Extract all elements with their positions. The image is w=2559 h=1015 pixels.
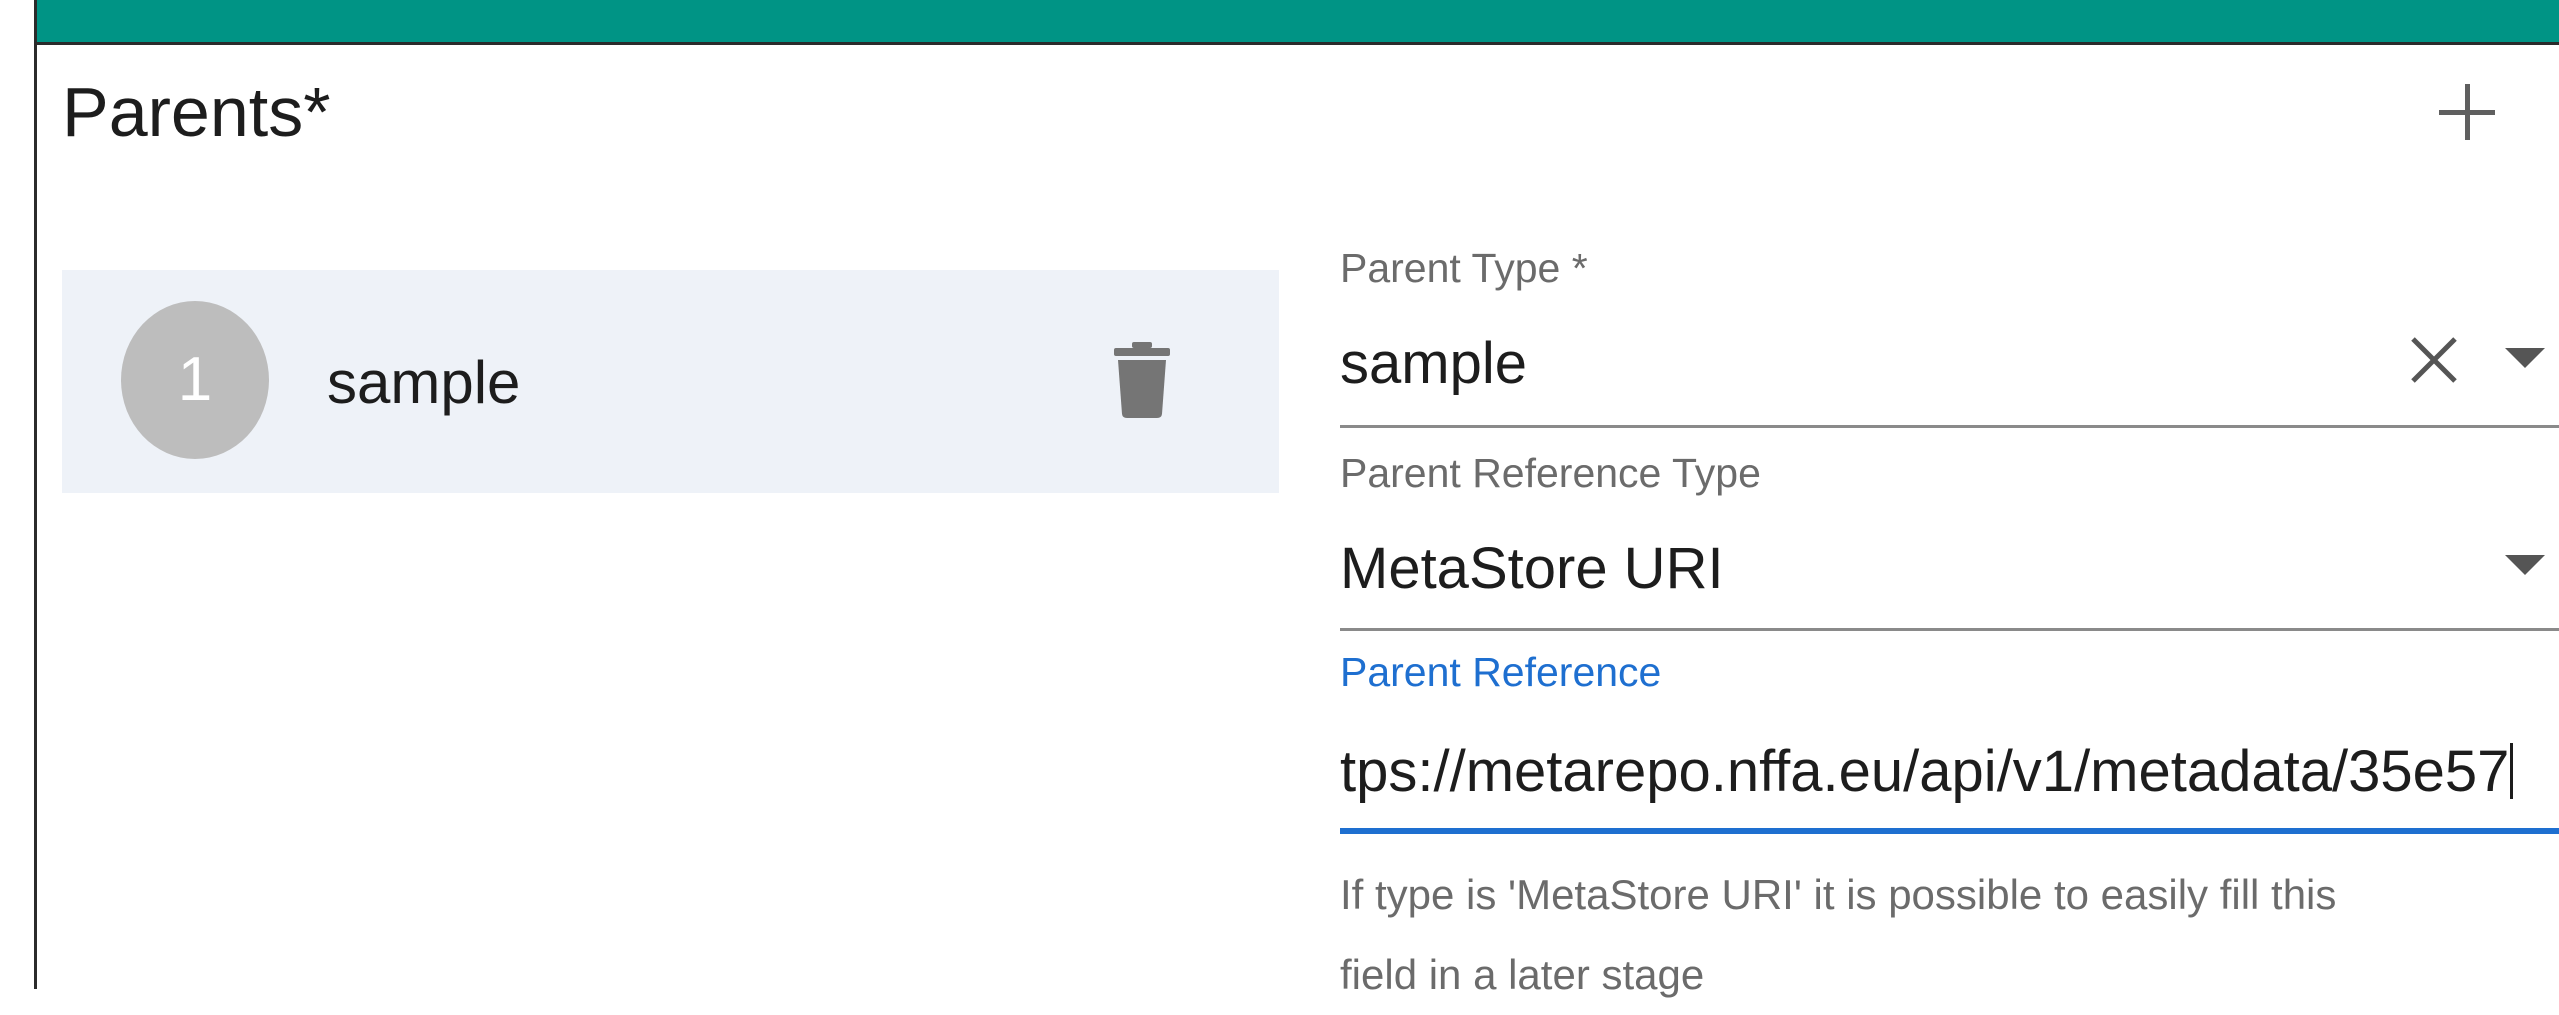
- parents-list: 1 sample: [62, 270, 1279, 493]
- header-divider: [37, 42, 2559, 45]
- caret-down-icon: [2505, 348, 2545, 368]
- parent-reference-type-dropdown-button[interactable]: [2505, 553, 2545, 577]
- frame-left-border: [34, 0, 37, 989]
- parent-reference-input[interactable]: tps://metarepo.nffa.eu/api/v1/metadata/3…: [1340, 738, 2559, 806]
- parent-type-field: Parent Type * sample: [1340, 240, 2559, 430]
- parent-reference-underline: [1340, 828, 2559, 834]
- helper-text-line-1: If type is 'MetaStore URI' it is possibl…: [1340, 871, 2337, 918]
- list-item-label: sample: [327, 349, 521, 416]
- helper-text-line-2: field in a later stage: [1340, 951, 1705, 998]
- plus-icon: [2439, 84, 2495, 140]
- trash-icon: [1114, 342, 1170, 418]
- clear-parent-type-button[interactable]: [2407, 333, 2461, 387]
- parent-type-label: Parent Type *: [1340, 245, 1588, 291]
- section-title: Parents*: [62, 73, 331, 151]
- parent-type-input[interactable]: sample: [1340, 330, 2340, 398]
- parent-reference-type-field: Parent Reference Type MetaStore URI: [1340, 445, 2559, 635]
- parent-reference-type-select[interactable]: MetaStore URI: [1340, 535, 2440, 603]
- list-item[interactable]: 1 sample: [62, 270, 1279, 493]
- caret-down-icon: [2505, 555, 2545, 575]
- parent-reference-field: Parent Reference tps://metarepo.nffa.eu/…: [1340, 648, 2559, 838]
- add-parent-button[interactable]: [2425, 70, 2509, 154]
- parent-reference-helper-text: If type is 'MetaStore URI' it is possibl…: [1340, 855, 2530, 1015]
- parent-reference-value: tps://metarepo.nffa.eu/api/v1/metadata/3…: [1340, 739, 2510, 804]
- parent-type-dropdown-button[interactable]: [2505, 346, 2545, 370]
- parent-reference-type-underline: [1340, 628, 2559, 631]
- parent-reference-type-label: Parent Reference Type: [1340, 450, 1761, 496]
- index-avatar: 1: [121, 301, 269, 459]
- parent-reference-label: Parent Reference: [1340, 649, 1662, 695]
- text-caret: [2510, 743, 2514, 799]
- header-band: [37, 0, 2559, 42]
- delete-parent-button[interactable]: [1092, 330, 1192, 430]
- close-icon: [2411, 337, 2457, 383]
- parent-type-underline: [1340, 425, 2559, 428]
